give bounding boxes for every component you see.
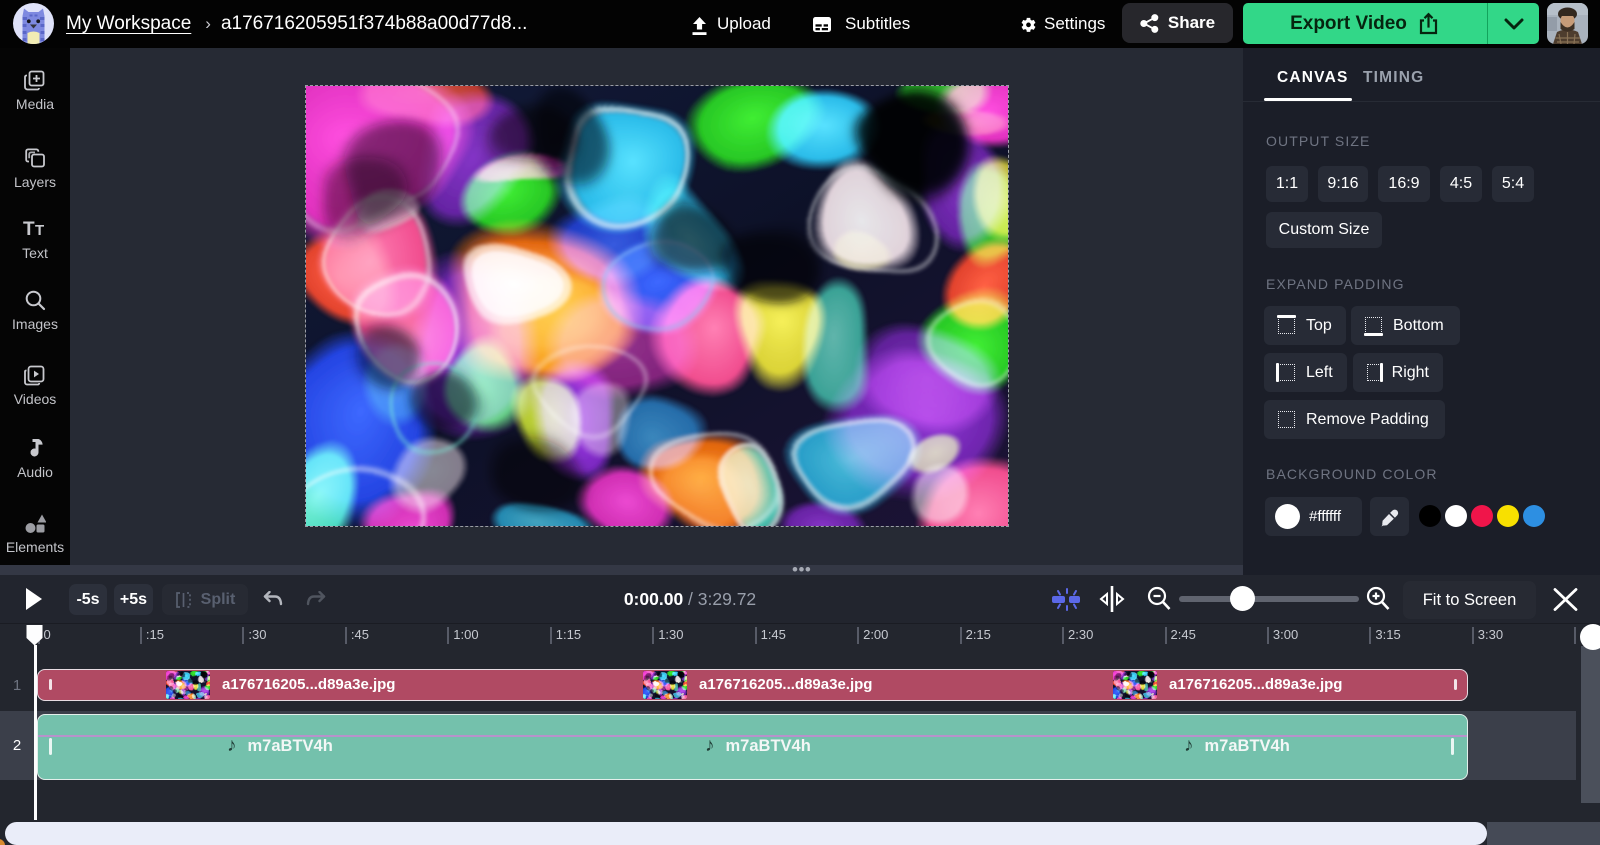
svg-text:T: T — [35, 222, 44, 239]
svg-text:T: T — [23, 219, 35, 240]
